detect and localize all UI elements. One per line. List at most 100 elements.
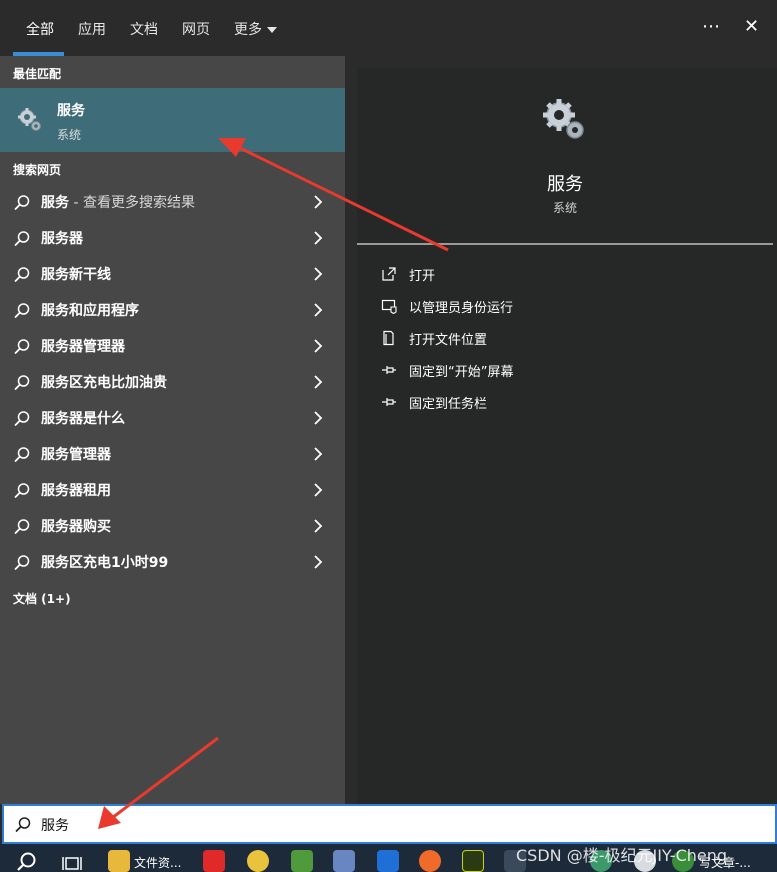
watermark: CSDN @楼-极纪元JIY-Cheng xyxy=(516,846,728,865)
web-search-item-text: 服务 xyxy=(41,195,69,211)
detail-title: 服务 xyxy=(547,174,583,195)
chevron-right-icon xyxy=(314,231,323,245)
chrome-icon[interactable] xyxy=(247,850,269,872)
web-search-item-text: 服务器管理器 xyxy=(41,339,125,355)
chevron-right-icon xyxy=(314,339,323,353)
web-search-item[interactable]: 服务区充电比加油贵 xyxy=(0,364,345,400)
chevron-right-icon xyxy=(314,519,323,533)
detail-divider xyxy=(357,243,773,245)
services-gear-icon xyxy=(18,108,41,131)
chevron-right-icon xyxy=(314,267,323,281)
action-open[interactable]: 打开 xyxy=(381,263,681,285)
web-search-item-text: 服务器 xyxy=(41,231,83,247)
chevron-right-icon xyxy=(314,555,323,569)
search-icon[interactable] xyxy=(16,850,38,872)
web-search-item-label: 服务和应用程序 xyxy=(41,300,139,320)
search-icon xyxy=(15,817,31,833)
web-search-item-label: 服务器管理器 xyxy=(41,336,125,356)
web-search-item[interactable]: 服务器租用 xyxy=(0,472,345,508)
web-search-item-label: 服务新干线 xyxy=(41,264,111,284)
web-search-item-label: 服务区充电1小时99 xyxy=(41,552,168,572)
web-search-item-label: 服务器购买 xyxy=(41,516,111,536)
more-options-icon[interactable]: ⋯ xyxy=(702,16,720,37)
search-icon xyxy=(14,375,30,391)
web-search-item-text: 服务区充电比加油贵 xyxy=(41,375,167,391)
web-search-item-label: 服务器是什么 xyxy=(41,408,125,428)
search-icon xyxy=(14,519,30,535)
web-search-item-label: 服务 - 查看更多搜索结果 xyxy=(41,192,195,212)
search-input[interactable]: 服务 xyxy=(41,815,69,835)
web-search-item[interactable]: 服务区充电1小时99 xyxy=(0,544,345,580)
detail-subtitle: 系统 xyxy=(552,201,577,215)
action-pin-to-start[interactable]: 固定到“开始”屏幕 xyxy=(381,359,681,381)
best-match-title: 服务 xyxy=(57,103,85,119)
web-search-item-label: 服务器 xyxy=(41,228,83,248)
file-location-icon xyxy=(383,330,394,346)
file-explorer-icon[interactable] xyxy=(108,850,130,872)
action-run-as-admin-label: 以管理员身份运行 xyxy=(409,301,514,316)
chevron-right-icon xyxy=(314,375,323,389)
action-open-file-location-label: 打开文件位置 xyxy=(409,333,488,348)
web-search-heading: 搜索网页 xyxy=(13,163,62,177)
tab-all[interactable]: 全部 xyxy=(26,19,54,39)
documents-heading[interactable]: 文档 (1+) xyxy=(13,590,71,607)
web-search-item-text: 服务区充电1小时99 xyxy=(41,555,169,571)
chevron-down-icon xyxy=(267,27,277,33)
web-search-item-text: 服务器购买 xyxy=(41,519,111,535)
top-bar: 全部 应用 文档 网页 更多 ⋯ ✕ xyxy=(0,0,777,56)
web-search-item[interactable]: 服务器是什么 xyxy=(0,400,345,436)
web-search-item-text: 服务新干线 xyxy=(41,267,111,283)
action-pin-to-start-label: 固定到“开始”屏幕 xyxy=(409,365,514,380)
tab-apps[interactable]: 应用 xyxy=(78,19,106,39)
search-icon xyxy=(14,303,30,319)
youdao-icon[interactable] xyxy=(203,850,225,872)
tab-web[interactable]: 网页 xyxy=(182,19,210,39)
action-open-label: 打开 xyxy=(409,269,436,284)
action-run-as-admin[interactable]: 以管理员身份运行 xyxy=(381,295,681,317)
open-icon xyxy=(382,267,396,281)
web-search-item[interactable]: 服务器管理器 xyxy=(0,328,345,364)
tab-documents[interactable]: 文档 xyxy=(130,19,158,39)
web-search-item[interactable]: 服务管理器 xyxy=(0,436,345,472)
search-icon xyxy=(14,411,30,427)
chevron-right-icon xyxy=(314,195,323,209)
chevron-right-icon xyxy=(314,411,323,425)
shield-run-icon xyxy=(381,299,397,314)
search-box[interactable]: 服务 xyxy=(2,804,777,844)
pin-icon xyxy=(382,398,396,406)
web-search-item[interactable]: 服务 - 查看更多搜索结果 xyxy=(0,184,345,220)
search-icon xyxy=(14,447,30,463)
app-icon[interactable] xyxy=(291,850,313,872)
search-icon xyxy=(14,339,30,355)
action-pin-to-taskbar-label: 固定到任务栏 xyxy=(409,397,488,412)
web-search-item[interactable]: 服务器购买 xyxy=(0,508,345,544)
web-search-item-text: 服务器租用 xyxy=(41,483,111,499)
detail-panel: 服务 系统 打开 以管理员身份运行 打开文件位置 固定到“开始”屏幕 固定到任务… xyxy=(357,68,777,804)
best-match-subtitle: 系统 xyxy=(57,128,82,142)
fireworks-icon[interactable] xyxy=(462,850,484,872)
close-icon[interactable]: ✕ xyxy=(744,16,759,37)
web-search-item-text: 服务和应用程序 xyxy=(41,303,139,319)
services-gear-large-icon xyxy=(543,99,584,139)
best-match-item[interactable]: 服务 系统 xyxy=(0,88,345,152)
web-search-item-label: 服务区充电比加油贵 xyxy=(41,372,167,392)
app-icon[interactable] xyxy=(419,850,441,872)
search-icon xyxy=(14,267,30,283)
web-search-item-label: 服务管理器 xyxy=(41,444,111,464)
best-match-heading: 最佳匹配 xyxy=(13,67,62,81)
web-search-item[interactable]: 服务和应用程序 xyxy=(0,292,345,328)
task-view-icon[interactable] xyxy=(62,852,82,872)
tab-more[interactable]: 更多 xyxy=(234,19,277,39)
results-panel: 最佳匹配 服务 系统 搜索网页 服务 - 查看更多搜索结果服务器服务新干线服务和… xyxy=(0,56,345,804)
app-icon[interactable] xyxy=(333,850,355,872)
web-search-item-text: 服务器是什么 xyxy=(41,411,125,427)
action-open-file-location[interactable]: 打开文件位置 xyxy=(381,327,681,349)
web-search-item[interactable]: 服务器 xyxy=(0,220,345,256)
app-icon[interactable] xyxy=(377,850,399,872)
web-search-item-suffix: - 查看更多搜索结果 xyxy=(69,195,195,211)
chevron-right-icon xyxy=(314,483,323,497)
action-pin-to-taskbar[interactable]: 固定到任务栏 xyxy=(381,391,681,413)
search-icon xyxy=(14,195,30,211)
file-explorer-label[interactable]: 文件资... xyxy=(134,854,181,871)
web-search-item[interactable]: 服务新干线 xyxy=(0,256,345,292)
